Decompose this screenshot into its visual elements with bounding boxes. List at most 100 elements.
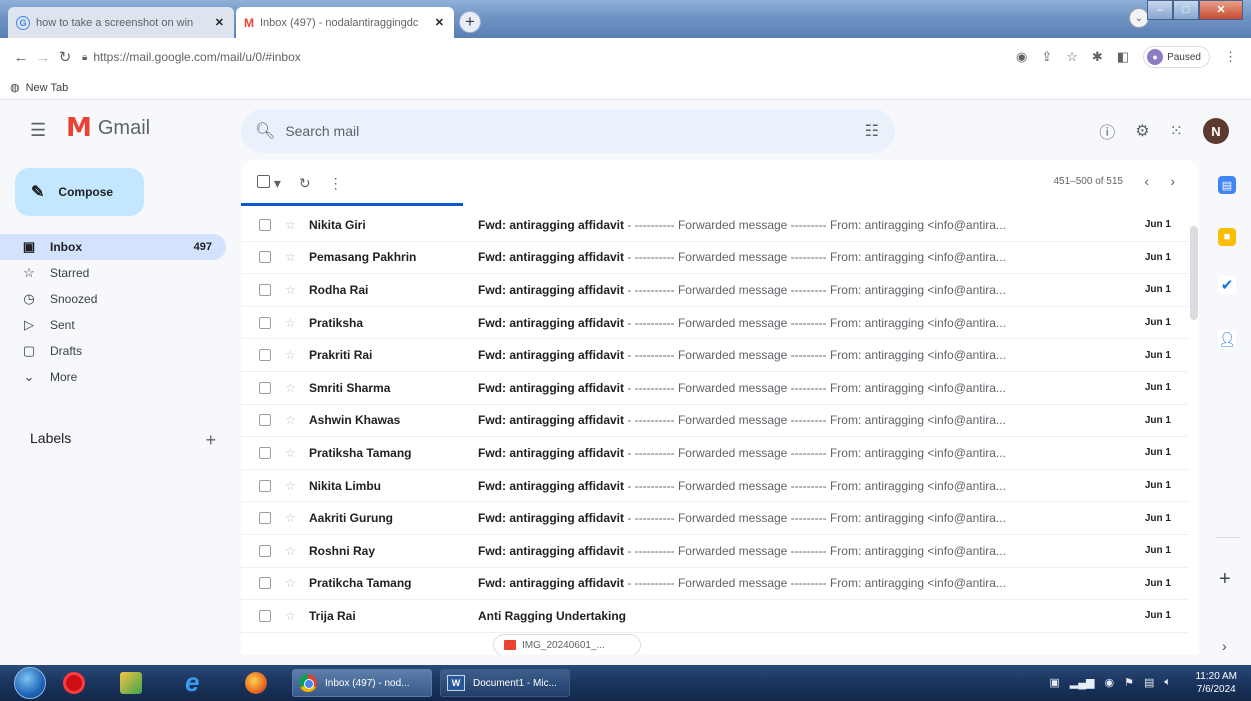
- compose-button[interactable]: ✎ Compose: [15, 168, 144, 216]
- sidebar-item-snoozed[interactable]: ◷ Snoozed: [0, 286, 226, 312]
- tray-app-icon[interactable]: ▣: [1049, 676, 1059, 689]
- browser-tab-search[interactable]: G how to take a screenshot on win ✕: [8, 7, 234, 38]
- sidebar-item-more[interactable]: ⌄ More: [0, 364, 226, 390]
- email-row[interactable]: ☆ Pratiksha Fwd: antiragging affidavit - -…: [241, 307, 1189, 340]
- scrollbar[interactable]: [1190, 226, 1198, 320]
- start-button[interactable]: [14, 667, 46, 699]
- row-checkbox[interactable]: [259, 512, 271, 525]
- star-icon[interactable]: ☆: [285, 544, 296, 558]
- add-label-icon[interactable]: +: [205, 430, 216, 451]
- select-all-checkbox[interactable]: ▾: [257, 174, 281, 192]
- email-row[interactable]: ☆ Aakriti Gurung Fwd: antiragging affidavi…: [241, 502, 1189, 535]
- browser-menu-icon[interactable]: ⋮: [1224, 49, 1237, 65]
- taskbar-item-word[interactable]: W Document1 - Mic...: [440, 669, 570, 697]
- email-row[interactable]: ☆ Smriti Sharma Fwd: antiragging affidavit…: [241, 372, 1189, 405]
- back-icon[interactable]: ←: [10, 49, 32, 66]
- tab-search-icon[interactable]: ⌄: [1129, 8, 1149, 28]
- search-bar[interactable]: 🔍︎ Search mail ☷: [241, 109, 895, 153]
- next-page-icon[interactable]: ›: [1170, 173, 1175, 189]
- main-menu-icon[interactable]: ☰: [30, 120, 46, 141]
- row-checkbox[interactable]: [259, 544, 271, 557]
- reload-icon[interactable]: ↻: [54, 48, 76, 66]
- volume-icon[interactable]: 🔈︎: [1164, 676, 1171, 689]
- apps-grid-icon[interactable]: ⁙: [1170, 121, 1183, 141]
- row-checkbox[interactable]: [259, 609, 271, 622]
- star-icon[interactable]: ☆: [285, 413, 296, 427]
- gmail-logo[interactable]: M Gmail: [66, 115, 150, 141]
- row-checkbox[interactable]: [259, 446, 271, 459]
- star-icon[interactable]: ☆: [285, 250, 296, 264]
- row-checkbox[interactable]: [259, 479, 271, 492]
- keep-icon[interactable]: ■: [1218, 228, 1236, 246]
- close-tab-icon[interactable]: ✕: [435, 16, 444, 29]
- share-icon[interactable]: ⇪: [1041, 49, 1052, 65]
- paint-icon[interactable]: [120, 672, 142, 694]
- more-options-icon[interactable]: ⋮: [329, 175, 343, 192]
- star-icon[interactable]: ☆: [285, 218, 296, 232]
- email-row[interactable]: ☆ Pratikcha Tamang Fwd: antiragging affida…: [241, 568, 1189, 601]
- row-checkbox[interactable]: [259, 251, 271, 264]
- settings-gear-icon[interactable]: ⚙: [1135, 121, 1149, 141]
- star-icon[interactable]: ☆: [285, 283, 296, 297]
- side-panel-icon[interactable]: ◧: [1117, 49, 1129, 65]
- clock[interactable]: 11:20 AM 7/6/2024: [1195, 670, 1237, 696]
- row-checkbox[interactable]: [259, 283, 271, 296]
- email-row[interactable]: ☆ Nikita Limbu Fwd: antiragging affidavit …: [241, 470, 1189, 503]
- email-row[interactable]: ☆ Rodha Rai Fwd: antiragging affidavit - -…: [241, 274, 1189, 307]
- sidebar-item-sent[interactable]: ▷ Sent: [0, 312, 226, 338]
- search-input[interactable]: Search mail: [285, 123, 359, 139]
- row-checkbox[interactable]: [259, 316, 271, 329]
- extensions-icon[interactable]: ✱: [1092, 49, 1103, 65]
- taskbar-item-chrome[interactable]: Inbox (497) - nod...: [292, 669, 432, 697]
- row-checkbox[interactable]: [259, 381, 271, 394]
- attachment-chip[interactable]: IMG_20240601_...: [493, 634, 641, 655]
- sidebar-item-inbox[interactable]: ▣ Inbox 497: [0, 234, 226, 260]
- get-addons-icon[interactable]: +: [1219, 568, 1231, 591]
- help-icon[interactable]: ⓘ: [1099, 119, 1115, 143]
- star-icon[interactable]: ☆: [285, 381, 296, 395]
- star-icon[interactable]: ☆: [285, 316, 296, 330]
- new-tab-button[interactable]: +: [459, 11, 481, 33]
- row-checkbox[interactable]: [259, 349, 271, 362]
- email-row[interactable]: ☆ Trija Rai Anti Ragging Undertaking Jun 1: [241, 600, 1189, 633]
- profile-button[interactable]: ● Paused: [1143, 46, 1210, 68]
- tasks-icon[interactable]: ✔: [1218, 276, 1236, 294]
- search-options-icon[interactable]: ☷: [865, 121, 879, 141]
- refresh-icon[interactable]: ↻: [299, 175, 311, 192]
- star-icon[interactable]: ☆: [285, 446, 296, 460]
- location-icon[interactable]: ◉: [1016, 49, 1027, 65]
- email-row[interactable]: ☆ Ashwin Khawas Fwd: antiragging affidavit…: [241, 405, 1189, 438]
- browser-tab-gmail[interactable]: M Inbox (497) - nodalantiraggingdc ✕: [236, 7, 454, 38]
- star-icon[interactable]: ☆: [285, 348, 296, 362]
- contacts-icon[interactable]: 👤︎: [1218, 330, 1236, 348]
- signal-icon[interactable]: ▂▄▆: [1070, 676, 1095, 689]
- email-row[interactable]: ☆ Roshni Ray Fwd: antiragging affidavit - …: [241, 535, 1189, 568]
- calendar-icon[interactable]: ▤: [1218, 176, 1236, 194]
- flag-icon[interactable]: ⚑: [1124, 676, 1134, 689]
- prev-page-icon[interactable]: ‹: [1144, 173, 1149, 189]
- sidebar-item-drafts[interactable]: ▢ Drafts: [0, 338, 226, 364]
- close-tab-icon[interactable]: ✕: [215, 16, 224, 29]
- close-window-button[interactable]: ✕: [1199, 0, 1243, 20]
- sidebar-item-starred[interactable]: ☆ Starred: [0, 260, 226, 286]
- internet-explorer-icon[interactable]: e: [185, 669, 207, 695]
- forward-icon[interactable]: →: [32, 49, 54, 66]
- star-icon[interactable]: ☆: [285, 576, 296, 590]
- row-checkbox[interactable]: [259, 218, 271, 231]
- account-avatar[interactable]: N: [1203, 118, 1229, 144]
- firefox-icon[interactable]: [245, 672, 267, 694]
- address-bar[interactable]: 🔒︎ https://mail.google.com/mail/u/0/#inb…: [82, 50, 301, 64]
- star-icon[interactable]: ☆: [285, 609, 296, 623]
- star-icon[interactable]: ☆: [285, 479, 296, 493]
- search-icon[interactable]: 🔍︎: [255, 121, 275, 141]
- minimize-button[interactable]: –: [1147, 0, 1173, 20]
- device-icon[interactable]: ▤: [1144, 676, 1154, 689]
- row-checkbox[interactable]: [259, 577, 271, 590]
- network-icon[interactable]: ◉: [1105, 676, 1115, 689]
- row-checkbox[interactable]: [259, 414, 271, 427]
- maximize-button[interactable]: □: [1173, 0, 1199, 20]
- email-row[interactable]: ☆ Pratiksha Tamang Fwd: antiragging affida…: [241, 437, 1189, 470]
- email-row[interactable]: ☆ Pemasang Pakhrin Fwd: antiragging affida…: [241, 242, 1189, 275]
- email-row[interactable]: ☆ Prakriti Rai Fwd: antiragging affidavit …: [241, 339, 1189, 372]
- email-row[interactable]: ☆ Nikita Giri Fwd: antiragging affidavit -…: [241, 209, 1189, 242]
